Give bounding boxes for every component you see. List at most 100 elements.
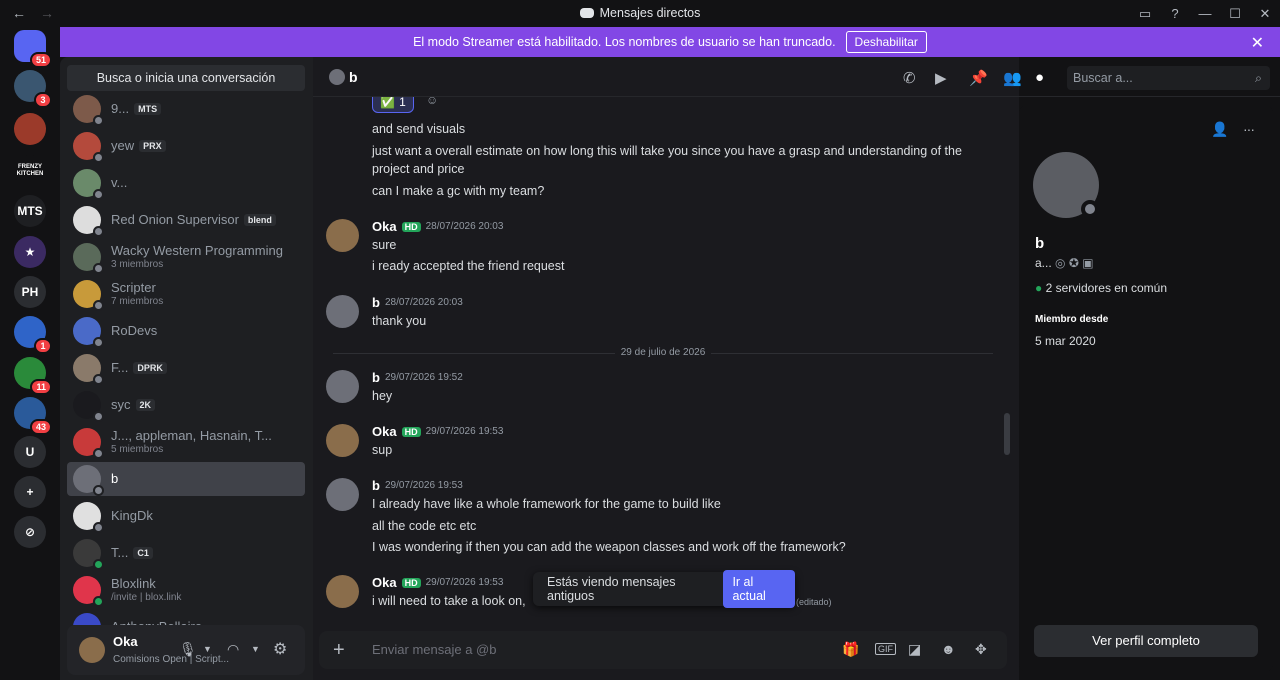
dm-item[interactable]: RoDevs [67, 314, 305, 348]
chevron-down-icon[interactable]: ▼ [203, 644, 212, 654]
server-icon[interactable]: FRENZY KITCHEN [14, 155, 46, 187]
help-icon[interactable]: ? [1160, 6, 1190, 21]
minimize-button[interactable]: — [1190, 6, 1220, 21]
apps-icon[interactable]: ✥ [975, 641, 987, 658]
server-label: MTS [17, 204, 43, 218]
chat-title: b [349, 69, 358, 85]
chevron-down-icon[interactable]: ▼ [251, 644, 260, 654]
dm-item[interactable]: F... DPRK [67, 351, 305, 385]
message-input[interactable]: Enviar mensaje a @b [372, 642, 496, 657]
gif-icon[interactable]: GIF [875, 643, 896, 655]
server-icon[interactable]: U [14, 436, 46, 468]
message-text: i ready accepted the friend request [372, 259, 565, 273]
dm-name: Scripter [111, 279, 156, 295]
emoji-icon[interactable]: ☻ [941, 641, 956, 657]
more-icon[interactable]: ··· [1243, 121, 1255, 137]
avatar[interactable] [326, 575, 359, 608]
dm-item[interactable]: Red Onion Supervisor blend [67, 203, 305, 237]
message-text: and send visuals [372, 122, 466, 136]
server-icon[interactable]: 51 [14, 30, 52, 68]
status-badge [93, 115, 104, 126]
dm-item[interactable]: T... C1 [67, 536, 305, 570]
disable-streamer-button[interactable]: Deshabilitar [845, 31, 927, 53]
user-profile-icon[interactable]: ● [1035, 69, 1044, 86]
dm-item[interactable]: syc 2K [67, 388, 305, 422]
headset-icon[interactable]: ◠ [227, 641, 239, 658]
message-author[interactable]: b [372, 478, 380, 493]
add-friend-icon[interactable]: 👤 [1211, 121, 1228, 138]
server-icon[interactable]: ★ [14, 236, 46, 268]
scrollbar[interactable] [1004, 413, 1010, 455]
message-author[interactable]: b [372, 370, 380, 385]
gear-icon[interactable]: ⚙ [273, 639, 287, 659]
server-icon[interactable]: + [14, 476, 46, 508]
dm-item[interactable]: KingDk [67, 499, 305, 533]
gift-icon[interactable]: 🎁 [842, 641, 859, 658]
timestamp: 29/07/2026 19:53 [425, 577, 504, 588]
dm-item[interactable]: 9... MTS [67, 95, 305, 126]
message-list: ✅ 1 ☺ and send visuals just want a overal… [313, 97, 1019, 627]
server-icon[interactable]: ⊘ [14, 516, 46, 548]
avatar[interactable] [326, 219, 359, 252]
inbox-icon[interactable]: ▭ [1130, 6, 1160, 22]
older-messages-text: Estás viendo mensajes antiguos [547, 575, 676, 603]
avatar[interactable] [79, 637, 105, 663]
message-author[interactable]: b [372, 295, 380, 310]
message-text: all the code etc etc [372, 519, 477, 533]
mutual-servers[interactable]: ● 2 servidores en común [1035, 281, 1167, 295]
edited-label: (editado) [796, 597, 832, 607]
server-tag: PRX [139, 139, 166, 153]
dm-item[interactable]: b [67, 462, 305, 496]
older-messages-notice: Estás viendo mensajes antiguos Ir al act… [533, 570, 795, 608]
maximize-button[interactable]: ☐ [1220, 6, 1250, 22]
pin-icon[interactable]: 📌 [969, 69, 988, 87]
close-icon[interactable]: ✕ [1251, 33, 1264, 53]
status-badge [93, 448, 104, 459]
dm-item[interactable]: yew PRX [67, 129, 305, 163]
dm-item[interactable]: J..., appleman, Hasnain, T... 5 miembros [67, 425, 305, 459]
server-label: + [26, 485, 34, 499]
avatar [73, 465, 104, 496]
dm-search-input[interactable]: Busca o inicia una conversación [67, 65, 305, 91]
video-call-icon[interactable]: ▶ [935, 69, 947, 87]
reaction-button[interactable]: ✅ 1 [372, 97, 414, 113]
avatar[interactable] [326, 478, 359, 511]
message-author[interactable]: Oka [372, 424, 397, 439]
server-icon[interactable]: PH [14, 276, 46, 308]
dm-name: Red Onion Supervisor blend [111, 212, 276, 228]
close-button[interactable]: ✕ [1250, 6, 1280, 22]
server-icon[interactable] [14, 113, 46, 145]
message-composer[interactable]: + Enviar mensaje a @b 🎁 GIF ◪ ☻ ✥ [319, 631, 1007, 669]
add-friends-icon[interactable]: 👥 [1003, 69, 1022, 87]
jump-to-present-button[interactable]: Ir al actual [723, 570, 795, 608]
microphone-icon[interactable]: 🎙 [179, 641, 197, 658]
server-label: ⊘ [24, 525, 36, 539]
server-icon[interactable]: 43 [14, 397, 52, 435]
view-full-profile-button[interactable]: Ver perfil completo [1034, 625, 1258, 657]
server-icon[interactable]: 11 [14, 357, 52, 395]
dm-subtitle: 3 miembros [111, 258, 164, 270]
dm-item[interactable]: v... [67, 166, 305, 200]
dm-name: J..., appleman, Hasnain, T... [111, 427, 272, 443]
avatar[interactable] [326, 424, 359, 457]
message-author[interactable]: Oka [372, 219, 397, 234]
avatar [73, 613, 101, 625]
message-author[interactable]: Oka [372, 575, 397, 590]
plus-icon[interactable]: + [333, 639, 345, 662]
dm-item[interactable]: Scripter 7 miembros [67, 277, 305, 311]
server-icon[interactable]: 3 [14, 70, 52, 108]
dm-item[interactable]: Wacky Western Programming 3 miembros [67, 240, 305, 274]
avatar[interactable] [326, 370, 359, 403]
add-reaction-icon[interactable]: ☺ [426, 97, 438, 107]
profile-name: b [1035, 235, 1045, 252]
voice-call-icon[interactable]: ✆ [903, 69, 916, 87]
server-icon[interactable]: MTS [14, 195, 46, 227]
message-text: I already have like a whole framework fo… [372, 497, 721, 511]
search-input[interactable]: Buscar a... ⌕ [1067, 66, 1270, 90]
sticker-icon[interactable]: ◪ [908, 641, 921, 658]
dm-item[interactable]: AnthonyBellaire [67, 610, 305, 625]
streamer-mode-banner: El modo Streamer está habilitado. Los no… [60, 27, 1280, 57]
server-icon[interactable]: 1 [14, 316, 52, 354]
dm-item[interactable]: Bloxlink/invite | blox.link [67, 573, 305, 607]
avatar[interactable] [326, 295, 359, 328]
